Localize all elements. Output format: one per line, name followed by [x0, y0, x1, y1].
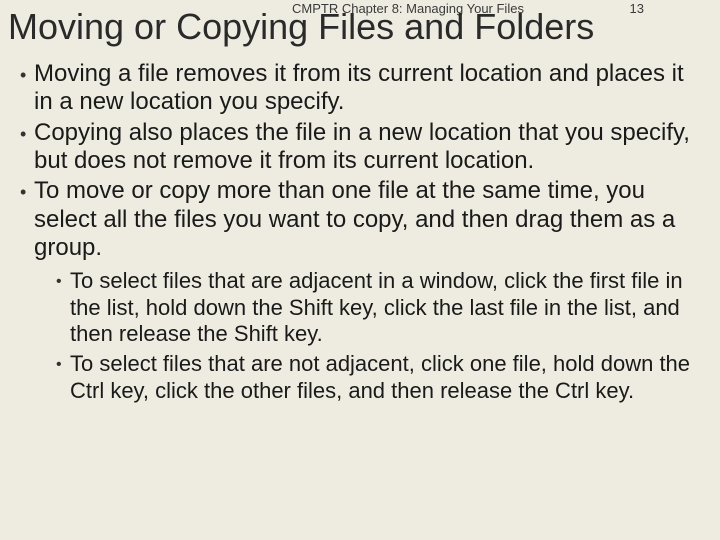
bullet-text: To move or copy more than one file at th… [34, 177, 675, 261]
main-bullet-list: Moving a file removes it from its curren… [12, 60, 708, 404]
slide: CMPTR Chapter 8: Managing Your Files 13 … [0, 0, 720, 540]
content-area: Moving a file removes it from its curren… [12, 50, 708, 404]
sub-bullet-item: To select files that are not adjacent, c… [56, 351, 708, 404]
bullet-item: Moving a file removes it from its curren… [20, 60, 708, 117]
page-number: 13 [630, 1, 644, 16]
sub-bullet-list: To select files that are adjacent in a w… [34, 268, 708, 404]
slide-title: Moving or Copying Files and Folders [8, 6, 594, 48]
header: CMPTR Chapter 8: Managing Your Files 13 … [12, 0, 708, 50]
bullet-item: Copying also places the file in a new lo… [20, 119, 708, 176]
bullet-item: To move or copy more than one file at th… [20, 177, 708, 404]
sub-bullet-item: To select files that are adjacent in a w… [56, 268, 708, 347]
